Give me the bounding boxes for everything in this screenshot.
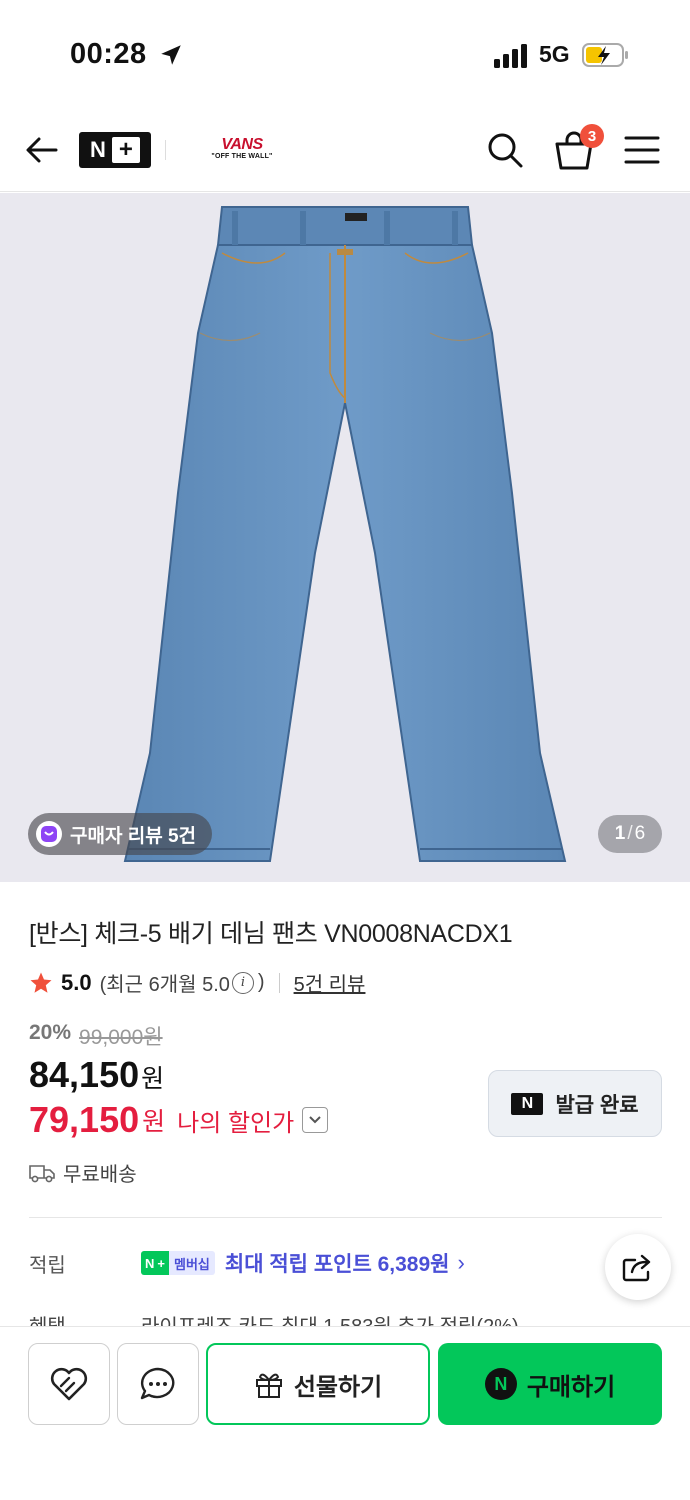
page-current: 1 [614,823,626,844]
shipping-info: 무료배송 [29,1158,137,1187]
sale-price-value: 84,150 [29,1054,140,1095]
truck-icon [29,1164,55,1182]
page-total: 6 [634,823,646,844]
sale-price-unit: 원 [141,1065,165,1093]
my-price-label: 나의 할인가 [177,1109,295,1137]
my-discount-price[interactable]: 79,150 원 나의 할인가 [29,1099,329,1141]
brand-logo[interactable]: VANS "OFF THE WALL" [210,137,274,165]
chat-bubble-icon [140,1367,175,1400]
discount-percent: 20% [29,1021,72,1044]
image-page-indicator: 1 / 6 [598,815,662,853]
header-divider [165,140,166,160]
review-bubble-icon [36,821,62,847]
my-price-value: 79,150 [29,1099,140,1140]
share-button[interactable] [605,1234,671,1300]
my-price-unit: 원 [142,1108,166,1136]
back-arrow-icon[interactable] [22,130,62,170]
top-nav: N + VANS "OFF THE WALL" 3 [0,110,690,192]
nplus-logo-letter: N [90,137,106,162]
network-type: 5G [539,41,570,67]
nplus-tag-logo: N + [141,1251,169,1275]
chevron-down-icon[interactable] [302,1107,329,1133]
benefit-value: 라이프레즈 카드 최대 1,583원 추가 적립(2%) [141,1310,519,1326]
plus-icon: + [111,136,140,163]
rating-recent-close: ) [257,971,265,993]
shipping-label: 무료배송 [63,1164,137,1186]
info-icon[interactable]: i [231,971,254,994]
battery-charging-icon [582,43,628,67]
search-icon[interactable] [485,130,525,170]
coupon-issued-label: 발급 완료 [555,1093,639,1117]
rating-recent: (최근 6개월 5.0 [99,974,230,996]
points-value: 최대 적립 포인트 6,389원 [224,1253,450,1276]
sale-price: 84,150원 [29,1054,164,1096]
naver-n-icon: N [511,1092,544,1115]
chevron-right-icon: › [457,1250,465,1275]
page-separator: / [627,823,633,844]
nplus-membership-tag: N + 멤버십 [141,1251,215,1275]
original-price: 99,000원 [79,1026,163,1049]
product-image-carousel[interactable]: 구매자 리뷰 5건 1 / 6 [0,193,690,882]
product-title: [반스] 체크-5 배기 데님 팬츠 VN0008NACDX1 [29,920,513,948]
buy-button[interactable]: N 구매하기 [438,1343,662,1425]
cart-count-badge: 3 [580,124,604,148]
review-count-link[interactable]: 5건 리뷰 [294,968,366,997]
star-icon [30,972,52,993]
brand-logo-text: VANS [221,136,263,153]
location-arrow-icon [161,45,181,65]
naver-pay-n-icon: N [484,1368,517,1400]
wishlist-button[interactable] [28,1343,110,1425]
gift-icon [255,1373,282,1398]
nplus-logo[interactable]: N + [79,132,151,168]
benefit-key: 혜택 [29,1310,141,1326]
benefit-row[interactable]: 혜택 라이프레즈 카드 최대 1,583원 추가 적립(2%) [29,1310,589,1326]
share-icon [622,1254,651,1282]
plus-icon: + [157,1255,165,1271]
buy-label: 구매하기 [526,1373,616,1401]
talk-button[interactable] [117,1343,199,1425]
gift-button[interactable]: 선물하기 [206,1343,430,1425]
points-key: 적립 [29,1254,66,1277]
brand-logo-tagline: "OFF THE WALL" [211,153,273,160]
coupon-issued-button[interactable]: N 발급 완료 [488,1070,662,1137]
buyer-review-label: 구매자 리뷰 5건 [70,825,197,847]
points-row[interactable]: 적립 N + 멤버십 최대 적립 포인트 6,389원 › [29,1248,589,1278]
section-divider [29,1217,662,1218]
status-bar: 00:28 5G [0,0,690,110]
heart-icon [50,1367,88,1401]
menu-icon[interactable] [622,132,662,168]
buyer-review-chip[interactable]: 구매자 리뷰 5건 [28,813,213,855]
gift-label: 선물하기 [293,1373,383,1401]
membership-tag-label: 멤버십 [168,1251,215,1275]
signal-icon [494,44,527,68]
bottom-action-bar: 선물하기 N 구매하기 [0,1326,690,1500]
rating-divider [278,972,280,993]
rating-score: 5.0 [61,969,92,995]
status-time: 00:28 [70,38,147,70]
product-image-jeans [123,206,567,862]
discount-row: 20% 99,000원 [29,1021,163,1051]
rating-row: 5.0 (최근 6개월 5.0 i ) 5건 리뷰 [29,968,365,997]
